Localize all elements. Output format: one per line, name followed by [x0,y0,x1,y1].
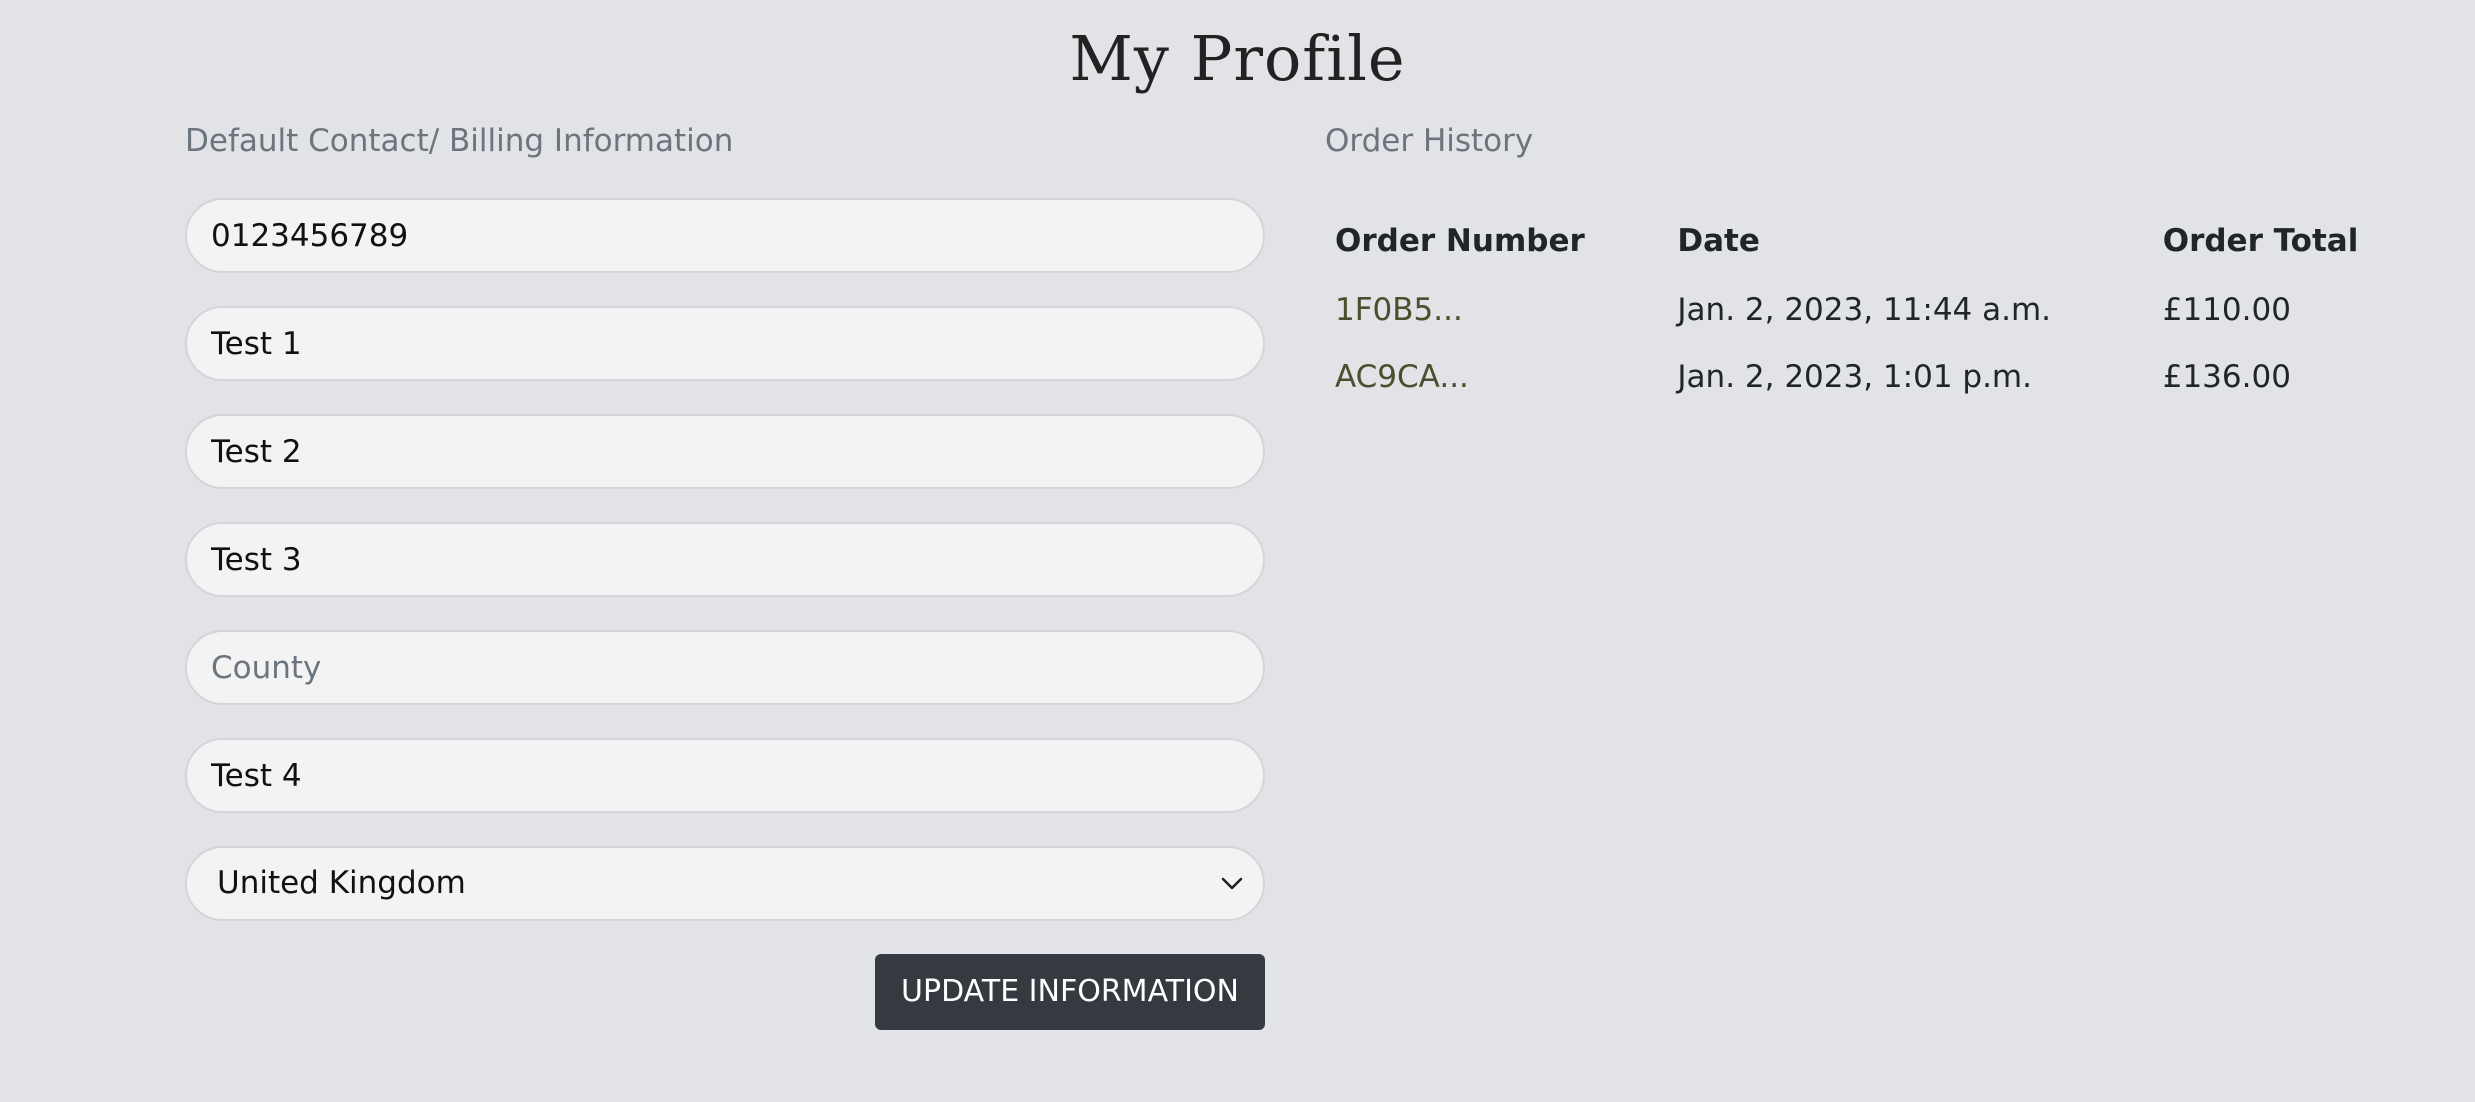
order-date-cell: Jan. 2, 2023, 11:44 a.m. [1677,291,2052,328]
chevron-down-icon [1221,877,1243,890]
column-header-order-total: Order Total [2162,223,2359,259]
table-row: 1F0B5... Jan. 2, 2023, 11:44 a.m. £110.0… [1325,276,2435,343]
profile-form: United Kingdom UPDATE INFORMATION [185,198,1265,1030]
page-title: My Profile [1069,22,1406,95]
street-address-2-field[interactable] [185,414,1265,489]
update-information-button[interactable]: UPDATE INFORMATION [875,954,1265,1030]
order-total-cell: £136.00 [2162,358,2291,395]
postcode-field[interactable] [185,738,1265,813]
form-actions: UPDATE INFORMATION [185,954,1265,1030]
order-total-cell: £110.00 [2162,291,2291,328]
column-header-date: Date [1677,223,1760,259]
billing-heading: Default Contact/ Billing Information [185,123,734,159]
order-history-heading: Order History [1325,123,1534,159]
street-address-1-field[interactable] [185,306,1265,381]
order-number-link[interactable]: AC9CA... [1335,359,1469,395]
column-header-order-number: Order Number [1335,223,1585,259]
county-field[interactable] [185,630,1265,705]
order-number-cell: AC9CA... [1325,343,1667,410]
order-number-link[interactable]: 1F0B5... [1335,292,1463,328]
table-header-row: Order Number Date Order Total [1325,206,2435,276]
town-city-field[interactable] [185,522,1265,597]
country-select-value[interactable]: United Kingdom [185,846,1265,921]
order-history-section: Order History Order Number Date Order To… [1325,120,2435,410]
billing-section: Default Contact/ Billing Information Uni… [185,120,1265,1030]
table-row: AC9CA... Jan. 2, 2023, 1:01 p.m. £136.00 [1325,343,2435,410]
country-select[interactable]: United Kingdom [185,846,1265,921]
order-history-table: Order Number Date Order Total 1F0B5... J… [1325,206,2435,410]
order-number-cell: 1F0B5... [1325,276,1667,343]
phone-number-field[interactable] [185,198,1265,273]
order-date-cell: Jan. 2, 2023, 1:01 p.m. [1677,358,2032,395]
